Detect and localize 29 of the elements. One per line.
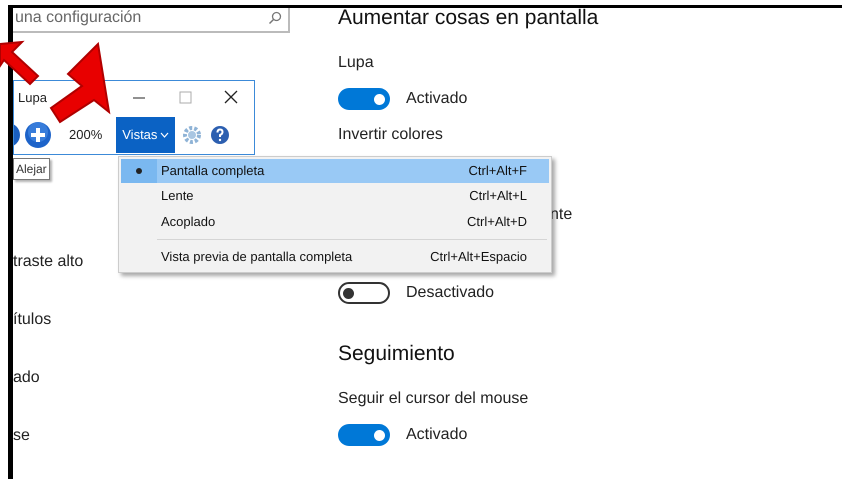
zoom-level: 200% — [69, 126, 102, 144]
views-button[interactable]: Vistas — [116, 116, 176, 152]
toggle-state: Activado — [406, 425, 468, 445]
toggle-state: Activado — [406, 89, 468, 109]
search-field[interactable]: una configuración — [15, 5, 245, 31]
menu-item[interactable]: Vista previa de pantalla completa Ctrl+Alt+Espacio — [121, 244, 549, 270]
toggle-switch[interactable] — [338, 88, 390, 110]
menu-item[interactable]: Acoplado Ctrl+Alt+D — [121, 209, 549, 235]
help-icon[interactable] — [210, 124, 230, 144]
toggle-switch[interactable] — [338, 282, 390, 304]
zoom-in-icon[interactable] — [24, 120, 52, 148]
window-title: Lupa — [18, 89, 47, 108]
tooltip: Alejar — [13, 158, 50, 180]
arrow-drawing — [0, 40, 40, 86]
menu-item[interactable]: Pantalla completa Ctrl+Alt+F — [121, 159, 549, 183]
sidebar-item[interactable]: ítulos — [13, 310, 290, 330]
setting-label: Seguir el cursor del mouse — [338, 389, 530, 409]
caret-icon — [160, 132, 170, 138]
setting-label: Lupa — [338, 53, 375, 73]
search-icon — [268, 11, 282, 25]
bullet-icon — [136, 168, 142, 174]
setting-label: Invertir colores — [338, 125, 444, 145]
toggle-state: Desactivado — [406, 283, 494, 303]
section-heading: Aumentar cosas en pantalla — [338, 5, 598, 31]
section-heading: Seguimiento — [338, 341, 456, 367]
toggle-switch[interactable] — [338, 424, 390, 446]
menu-item[interactable]: Lente Ctrl+Alt+L — [121, 183, 549, 209]
sidebar-item[interactable]: se — [13, 426, 290, 446]
sidebar-item[interactable]: ado — [13, 368, 290, 388]
